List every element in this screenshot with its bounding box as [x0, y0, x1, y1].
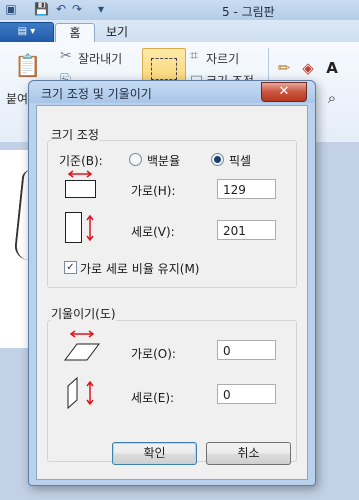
tab-home[interactable]: 홈: [55, 23, 95, 44]
resize-skew-dialog: 크기 조정 및 기울이기 ✕ 크기 조정 기준(B): 백분율 픽셀 가로(H)…: [28, 80, 316, 486]
dialog-titlebar[interactable]: 크기 조정 및 기울이기 ✕: [29, 81, 315, 103]
resize-horizontal-icon: [65, 170, 96, 198]
magnifier-icon[interactable]: ⌕: [322, 88, 342, 108]
resize-section-title: 크기 조정: [51, 126, 99, 143]
skew-horizontal-input[interactable]: 0: [217, 340, 276, 360]
skew-section-title: 기울이기(도): [51, 305, 116, 322]
save-icon[interactable]: 💾: [34, 3, 49, 16]
pixels-option-label[interactable]: 픽셀: [229, 152, 251, 169]
resize-vertical-label: 세로(V):: [131, 225, 175, 239]
undo-icon[interactable]: ↶: [54, 3, 68, 16]
fill-icon[interactable]: ◈: [298, 58, 318, 78]
canvas-scroll-area: [318, 142, 359, 500]
close-button[interactable]: ✕: [261, 82, 307, 102]
dialog-title: 크기 조정 및 기울이기: [41, 87, 152, 101]
resize-horizontal-label: 가로(H):: [131, 184, 176, 198]
cancel-button[interactable]: 취소: [206, 442, 291, 465]
scissors-icon[interactable]: ✂: [60, 48, 72, 64]
app-titlebar: ▣ 💾 ↶ ↷ ▾ 5 - 그림판: [0, 0, 359, 20]
keep-ratio-label[interactable]: 가로 세로 비율 유지(M): [80, 260, 199, 277]
pixels-radio[interactable]: [211, 153, 224, 166]
percent-option-label[interactable]: 백분율: [147, 152, 180, 169]
keep-ratio-checkbox[interactable]: ✓: [64, 261, 77, 274]
skew-vertical-label: 세로(E):: [131, 391, 175, 405]
crop-button-label[interactable]: 자르기: [206, 50, 239, 67]
cut-button-label[interactable]: 잘라내기: [78, 50, 122, 67]
app-menu-button[interactable]: ▤ ▾: [0, 22, 54, 43]
resize-vertical-input[interactable]: 201: [217, 220, 276, 240]
pencil-icon[interactable]: ✏: [274, 58, 294, 78]
customize-toolbar-icon[interactable]: ▾: [94, 3, 108, 16]
tab-view[interactable]: 보기: [98, 23, 136, 42]
window-title: 5 - 그림판: [222, 5, 275, 19]
paint-app-icon[interactable]: ▣: [4, 3, 18, 16]
ok-button[interactable]: 확인: [112, 442, 197, 465]
resize-vertical-icon: [65, 212, 94, 243]
percent-radio[interactable]: [129, 153, 142, 166]
clipboard-icon[interactable]: 📋: [14, 54, 41, 79]
skew-vertical-input[interactable]: 0: [217, 384, 276, 404]
resize-horizontal-input[interactable]: 129: [217, 179, 276, 199]
crop-icon[interactable]: ⌗: [190, 48, 198, 64]
skew-horizontal-label: 가로(O):: [131, 347, 176, 361]
skew-vertical-icon: [67, 376, 94, 410]
text-tool-icon[interactable]: A: [322, 58, 342, 78]
skew-horizontal-icon: [64, 330, 100, 361]
redo-icon[interactable]: ↷: [70, 3, 84, 16]
dialog-body: 크기 조정 기준(B): 백분율 픽셀 가로(H): 129 세로(V): 20…: [36, 105, 308, 480]
paste-button-label[interactable]: 붙여: [6, 90, 28, 107]
select-rectangle-icon: [151, 58, 177, 80]
basis-label: 기준(B):: [59, 154, 103, 168]
